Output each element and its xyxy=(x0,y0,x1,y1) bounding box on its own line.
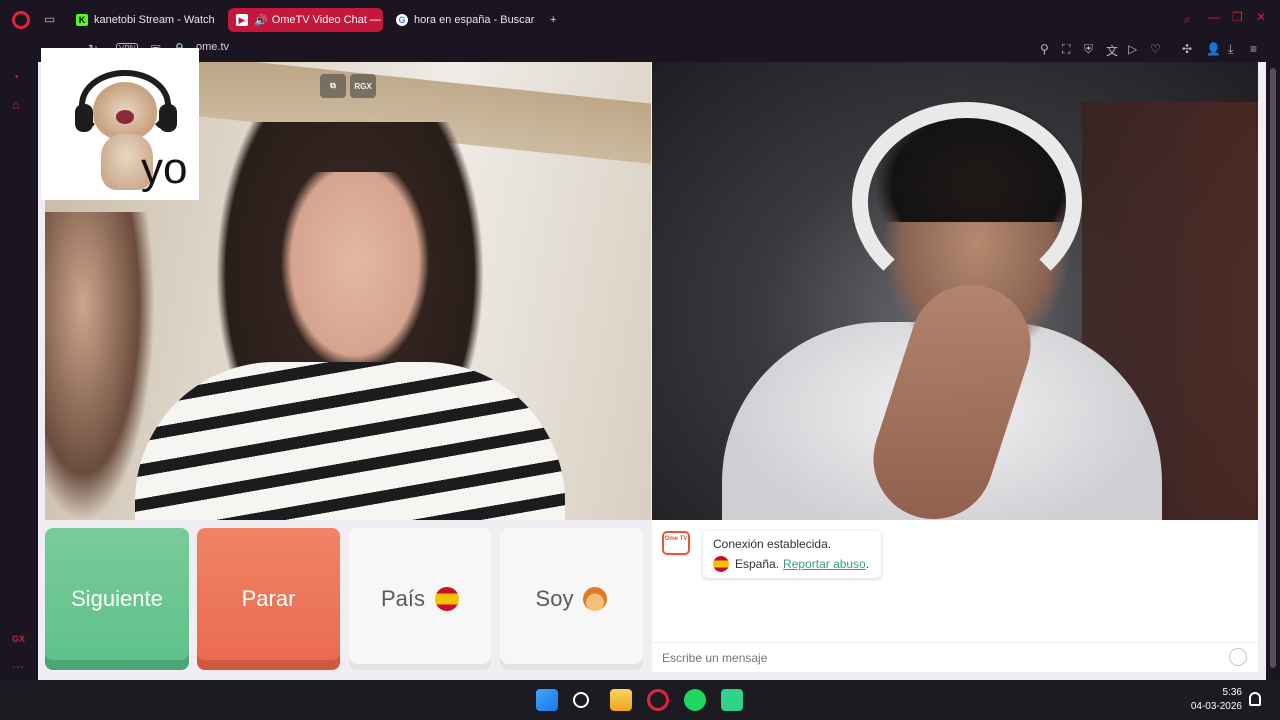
system-message: Conexión establecida. España. Reportar a… xyxy=(703,531,881,578)
message-box xyxy=(652,642,1258,672)
file-explorer-icon[interactable] xyxy=(610,689,632,711)
striped-sweater xyxy=(135,362,565,520)
tab-google[interactable]: G hora en españa - Buscar c xyxy=(388,8,538,32)
search-icon[interactable]: ⌕ xyxy=(1184,12,1191,27)
logo-text: Ome TV xyxy=(664,536,688,542)
download-icon[interactable]: ⤓ xyxy=(1228,42,1233,57)
translate-icon[interactable]: 文 xyxy=(1106,42,1118,59)
play-icon[interactable]: ▷ xyxy=(1128,42,1137,56)
report-abuse-link[interactable]: Reportar abuso xyxy=(783,557,866,571)
country-button[interactable]: País xyxy=(349,528,491,670)
popout-button[interactable]: ⧉ xyxy=(320,74,346,98)
clock-date: 04-03-2026 xyxy=(1190,701,1242,712)
cat-mouth xyxy=(116,110,134,124)
shield-icon[interactable]: ⛨ xyxy=(1084,42,1093,57)
gx-icon[interactable]: GX xyxy=(12,634,26,648)
headphone-cup-right xyxy=(159,104,177,132)
tab-title: OmeTV Video Chat — xyxy=(271,14,381,26)
snapshot-icon[interactable]: ⛶ xyxy=(1062,42,1070,57)
minimize-icon[interactable]: — xyxy=(1208,10,1220,24)
country-name: España. xyxy=(735,557,780,571)
next-label: Siguiente xyxy=(71,586,163,611)
pin-icon[interactable]: ⚲ xyxy=(1040,42,1049,56)
message-input[interactable] xyxy=(662,649,1212,667)
system-clock[interactable]: 5:36 04-03-2026 xyxy=(1191,686,1242,714)
country-line: España. Reportar abuso . xyxy=(713,556,869,572)
gender-button[interactable]: Soy xyxy=(500,528,643,670)
connection-status: Conexión establecida. xyxy=(713,537,832,551)
tab-ometv[interactable]: ▶ 🔊 OmeTV Video Chat — xyxy=(228,8,383,32)
tab-kanetobi[interactable]: K kanetobi Stream - Watch L xyxy=(68,8,218,32)
scrollbar-thumb[interactable] xyxy=(1270,68,1276,668)
app-icon[interactable] xyxy=(721,689,743,711)
spain-flag-icon xyxy=(713,556,729,572)
tab-menu-icon[interactable]: ▭ xyxy=(44,12,58,26)
workspace-icon[interactable]: ⌂ xyxy=(12,98,26,112)
remote-video xyxy=(652,62,1258,520)
new-tab-button[interactable]: + xyxy=(544,8,568,32)
rgx-button[interactable]: RGX xyxy=(350,74,376,98)
menu-icon[interactable]: ≡ xyxy=(1250,42,1257,56)
opera-icon[interactable] xyxy=(647,689,669,711)
cat-sticker-overlay: yo xyxy=(41,48,199,200)
ometv-favicon-icon: ▶ xyxy=(236,14,248,26)
ometv-logo-icon: Ome TV xyxy=(662,531,690,555)
person-face xyxy=(280,172,430,372)
stop-button[interactable]: Parar xyxy=(197,528,340,670)
emoji-icon[interactable] xyxy=(1229,648,1247,666)
rgx-label: RGX xyxy=(354,81,372,91)
more-icon[interactable]: ⋯ xyxy=(12,660,26,674)
opera-logo-icon[interactable] xyxy=(12,11,30,29)
sticker-caption: yo xyxy=(141,144,188,193)
country-label: País xyxy=(380,586,426,611)
google-icon: G xyxy=(396,14,408,26)
stop-label: Parar xyxy=(241,586,296,611)
clock-time: 5:36 xyxy=(1222,687,1242,698)
popout-icon: ⧉ xyxy=(330,81,336,90)
browser-sidebar: ◔ ⌂ GX ⋯ xyxy=(0,38,38,680)
new-tab-label: + xyxy=(550,14,557,26)
headphone-cup-left xyxy=(75,104,93,132)
restore-icon[interactable]: ❐ xyxy=(1232,10,1243,24)
windows-taskbar xyxy=(0,680,1280,720)
extensions-icon[interactable]: ✣ xyxy=(1182,42,1192,56)
white-headphones xyxy=(852,102,1082,302)
close-icon[interactable]: ✕ xyxy=(1256,10,1266,24)
tab-title: kanetobi Stream - Watch L xyxy=(94,14,218,26)
gender-label: Soy xyxy=(535,586,574,611)
profile-icon[interactable]: 👤 xyxy=(1206,42,1221,56)
notification-icon[interactable] xyxy=(1249,692,1261,706)
search-icon[interactable] xyxy=(573,692,589,708)
scrollbar[interactable] xyxy=(1266,62,1280,680)
speaker-icon[interactable]: 🔊 xyxy=(254,14,268,27)
tab-title: hora en españa - Buscar c xyxy=(414,14,538,26)
url-text[interactable]: ome.tv xyxy=(196,41,229,53)
kick-icon: K xyxy=(76,14,88,26)
spain-flag-icon xyxy=(435,587,460,611)
aria-icon[interactable]: ◔ xyxy=(12,70,26,84)
browser-tabbar: ▭ K kanetobi Stream - Watch L ▶ 🔊 OmeTV … xyxy=(0,0,1280,38)
person-emoji-icon xyxy=(583,587,608,611)
windows-start-icon[interactable] xyxy=(536,689,558,711)
next-button[interactable]: Siguiente xyxy=(45,528,189,670)
heart-icon[interactable]: ♡ xyxy=(1150,42,1161,56)
report-suffix: . xyxy=(865,557,870,571)
spotify-icon[interactable] xyxy=(684,689,706,711)
